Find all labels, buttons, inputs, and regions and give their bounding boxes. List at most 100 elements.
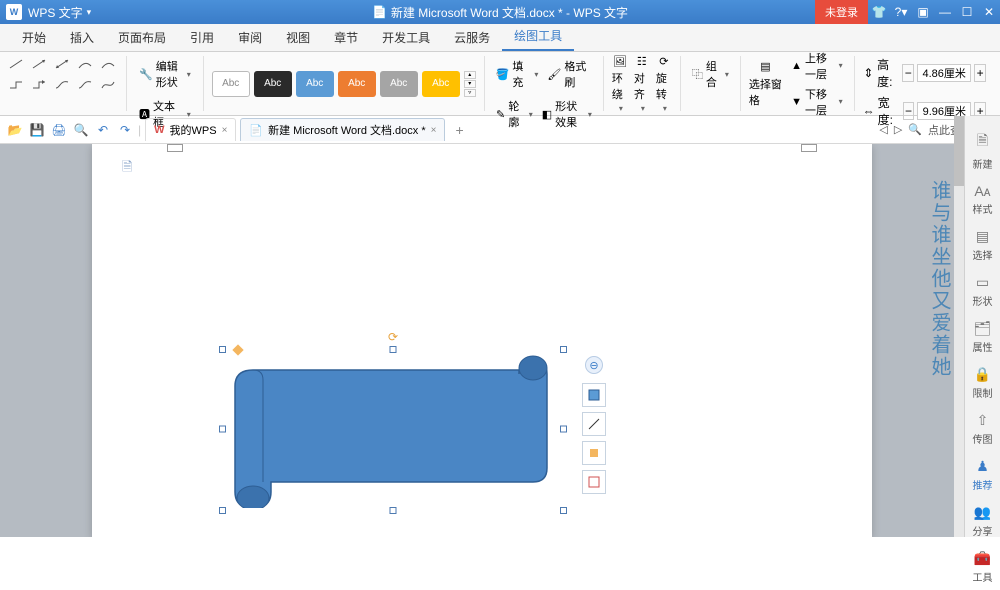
search-icon[interactable]: 🔍 — [908, 123, 922, 136]
tab-review[interactable]: 审阅 — [226, 24, 274, 51]
tab-drawing-tools[interactable]: 绘图工具 — [502, 22, 574, 51]
fill-button[interactable]: 🪣填充 — [493, 56, 542, 92]
vertical-scrollbar[interactable] — [954, 116, 964, 537]
ctx-fill-icon[interactable] — [582, 383, 606, 407]
maximize-button[interactable]: ☐ — [956, 0, 978, 24]
sidebar-item-upload[interactable]: ⇧传图 — [965, 406, 1000, 452]
close-button[interactable]: ✕ — [978, 0, 1000, 24]
doc-tab-mywps[interactable]: W 我的WPS × — [145, 118, 236, 141]
handle-bm[interactable] — [390, 507, 397, 514]
style-scroll-down[interactable]: ▾ — [464, 80, 476, 88]
outline-button[interactable]: ✎轮廓 — [493, 96, 536, 132]
minimize-button[interactable]: — — [934, 0, 956, 24]
wrap-button[interactable]: 🖼环绕 — [612, 54, 628, 113]
tab-view[interactable]: 视图 — [274, 24, 322, 51]
ruler-indent-right[interactable] — [801, 144, 817, 152]
handle-tm[interactable] — [390, 346, 397, 353]
login-button[interactable]: 未登录 — [815, 0, 868, 24]
align-button[interactable]: ☷对齐 — [634, 54, 650, 113]
group-button[interactable]: ⿻组合 — [689, 56, 732, 92]
shape-style-6[interactable]: Abc — [422, 71, 460, 97]
edit-shape-button[interactable]: 🔧编辑形状 — [135, 56, 195, 92]
style-gallery-expand[interactable]: ▿ — [464, 89, 476, 97]
width-decrease[interactable]: − — [903, 102, 915, 120]
shape-style-4[interactable]: Abc — [338, 71, 376, 97]
line-tool-2[interactable] — [29, 56, 49, 72]
tab-insert[interactable]: 插入 — [58, 24, 106, 51]
rotate-button[interactable]: ⟳旋转 — [656, 54, 672, 113]
ctx-layout-options-icon[interactable]: ⊖ — [585, 356, 603, 374]
scrollbar-thumb[interactable] — [954, 116, 964, 186]
style-scroll-up[interactable]: ▴ — [464, 71, 476, 79]
new-tab-button[interactable]: + — [449, 122, 469, 138]
sidebar-item-new[interactable]: 🗎新建 — [965, 124, 1000, 177]
sidebar-item-props[interactable]: 🗂属性 — [965, 314, 1000, 360]
height-input[interactable] — [917, 64, 971, 82]
sidebar-item-recommend[interactable]: ♟推荐 — [965, 452, 1000, 498]
sidebar-item-share[interactable]: 👥分享 — [965, 498, 1000, 544]
tab-dev-tools[interactable]: 开发工具 — [370, 24, 442, 51]
ruler-indent-left[interactable] — [167, 144, 183, 152]
shape-style-2[interactable]: Abc — [254, 71, 292, 97]
line-tool-10[interactable] — [98, 76, 118, 92]
line-tool-1[interactable] — [6, 56, 26, 72]
nav-fwd-icon[interactable]: ▷ — [894, 123, 902, 136]
handle-tr[interactable] — [560, 346, 567, 353]
height-decrease[interactable]: − — [902, 64, 914, 82]
height-icon: ⇕ — [863, 66, 874, 80]
tab-start[interactable]: 开始 — [10, 24, 58, 51]
qa-save-icon[interactable]: 💾 — [28, 121, 46, 139]
handle-mr[interactable] — [560, 426, 567, 433]
sidebar-item-shape[interactable]: ▭形状 — [965, 268, 1000, 314]
ctx-effect-icon[interactable] — [582, 470, 606, 494]
tab-section[interactable]: 章节 — [322, 24, 370, 51]
title-bar: W WPS 文字 ▾ 📄 新建 Microsoft Word 文档.docx *… — [0, 0, 1000, 24]
nav-back-icon[interactable]: ◁ — [879, 123, 887, 136]
sidebar-item-restrict[interactable]: 🔒限制 — [965, 360, 1000, 406]
qa-print-icon[interactable]: 🖨 — [50, 121, 68, 139]
bring-forward-button[interactable]: ▲上移一层 — [788, 48, 846, 84]
tab-cloud[interactable]: 云服务 — [442, 24, 502, 51]
handle-bl[interactable] — [219, 507, 226, 514]
doc-tab-active[interactable]: 📄 新建 Microsoft Word 文档.docx * × — [240, 118, 445, 141]
ctx-shadow-icon[interactable] — [582, 441, 606, 465]
app-menu-arrow-icon[interactable]: ▾ — [87, 7, 92, 18]
line-tool-9[interactable] — [75, 76, 95, 92]
shape-effect-button[interactable]: ◧形状效果 — [539, 96, 595, 132]
doc-tab-active-close[interactable]: × — [431, 125, 437, 136]
shape-style-1[interactable]: Abc — [212, 71, 250, 97]
line-tool-7[interactable] — [29, 76, 49, 92]
qa-redo-icon[interactable]: ↷ — [116, 121, 134, 139]
qa-open-icon[interactable]: 📂 — [6, 121, 24, 139]
rotate-handle[interactable]: ⟳ — [388, 330, 398, 344]
shape-style-3[interactable]: Abc — [296, 71, 334, 97]
line-tool-8[interactable] — [52, 76, 72, 92]
line-tool-4[interactable] — [75, 56, 95, 72]
document-page[interactable]: 🗎 ⟳ ⊖ — [92, 144, 872, 537]
sidebar-item-tools[interactable]: 🧰工具 — [965, 544, 1000, 590]
line-tool-6[interactable] — [6, 76, 26, 92]
line-tool-5[interactable] — [98, 56, 118, 72]
ctx-outline-icon[interactable] — [582, 412, 606, 436]
skin-icon[interactable]: 👕 — [868, 0, 890, 24]
format-painter-button[interactable]: 🖌格式刷 — [544, 56, 594, 92]
handle-tl[interactable] — [219, 346, 226, 353]
help-icon[interactable]: ?▾ — [890, 0, 912, 24]
qa-undo-icon[interactable]: ↶ — [94, 121, 112, 139]
send-backward-button[interactable]: ▼下移一层 — [788, 84, 846, 120]
sidebar-item-select[interactable]: ▤选择 — [965, 222, 1000, 268]
tab-page-layout[interactable]: 页面布局 — [106, 24, 178, 51]
doc-tab-mywps-close[interactable]: × — [222, 125, 228, 136]
shape-selection[interactable]: ⟳ — [219, 344, 567, 514]
sidebar-item-style[interactable]: Aᴀ样式 — [965, 177, 1000, 222]
tab-references[interactable]: 引用 — [178, 24, 226, 51]
ribbon-toggle-icon[interactable]: ▣ — [912, 0, 934, 24]
scroll-shape[interactable] — [223, 352, 563, 508]
line-tool-3[interactable] — [52, 56, 72, 72]
select-pane-button[interactable]: ▤选择窗格 — [749, 60, 782, 108]
qa-preview-icon[interactable]: 🔍 — [72, 121, 90, 139]
handle-ml[interactable] — [219, 426, 226, 433]
shape-style-5[interactable]: Abc — [380, 71, 418, 97]
height-increase[interactable]: + — [974, 64, 986, 82]
handle-br[interactable] — [560, 507, 567, 514]
